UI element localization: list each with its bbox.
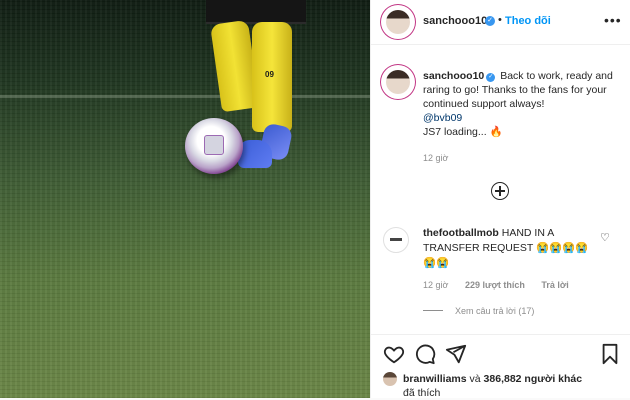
header-separator: •	[498, 14, 502, 26]
comment-username[interactable]: thefootballmob	[423, 227, 499, 239]
more-options-icon[interactable]: •••	[604, 12, 622, 28]
post-side-panel: sanchooo10 ✓ • Theo dõi ••• sanchooo10 ✓ …	[370, 0, 630, 399]
comment-text: thefootballmob HAND IN A TRANSFER REQUES…	[423, 226, 598, 271]
caption-username[interactable]: sanchooo10	[423, 70, 484, 82]
liked-by-suffix: đã thích	[403, 387, 441, 399]
caption-avatar[interactable]	[383, 67, 413, 97]
comment-timestamp: 12 giờ	[423, 280, 449, 290]
post-photo[interactable]: 09	[0, 0, 370, 398]
fire-emoji: 🔥	[489, 126, 503, 138]
field-line	[0, 95, 370, 98]
follow-button[interactable]: Theo dõi	[505, 15, 551, 27]
share-icon[interactable]	[445, 343, 467, 365]
caption-timestamp: 12 giờ	[423, 153, 449, 163]
liked-by-avatar[interactable]	[383, 372, 397, 386]
grass-texture	[0, 0, 370, 398]
comment-meta: 12 giờ 229 lượt thích Trả lời	[423, 280, 583, 290]
author-username[interactable]: sanchooo10	[423, 15, 487, 27]
player-shorts	[206, 0, 306, 24]
comment-reply-button[interactable]: Trả lời	[541, 280, 568, 290]
comment-heart-icon[interactable]: ♡	[600, 231, 610, 244]
comment-icon[interactable]	[414, 343, 436, 365]
liked-by-others[interactable]: 386,882 người khác	[484, 373, 583, 385]
caption-line2: JS7 loading...	[423, 126, 487, 138]
player-left-boot	[238, 140, 272, 168]
view-replies-link[interactable]: Xem câu trả lời (17)	[423, 306, 534, 316]
liked-by-text: branwilliams và 386,882 người khác đã th…	[403, 372, 623, 400]
verified-badge-icon: ✓	[486, 73, 496, 82]
caption-mention-link[interactable]: @bvb09	[423, 112, 462, 124]
liked-by-user[interactable]: branwilliams	[403, 373, 467, 385]
ball-logo	[204, 135, 224, 155]
comment-likes[interactable]: 229 lượt thích	[465, 280, 525, 290]
bookmark-icon[interactable]	[599, 343, 621, 365]
heart-icon[interactable]	[383, 343, 405, 365]
author-avatar[interactable]	[383, 7, 413, 37]
liked-by-conj: và	[469, 373, 481, 385]
comments-area: sanchooo10 ✓ Back to work, ready and rari…	[371, 44, 630, 334]
verified-badge-icon: ✓	[485, 16, 495, 26]
caption-text: sanchooo10 ✓ Back to work, ready and rari…	[423, 69, 623, 139]
add-comment-icon[interactable]	[491, 182, 509, 200]
action-bar: branwilliams và 386,882 người khác đã th…	[371, 334, 630, 399]
post-container: 09 sanchooo10 ✓ • Theo dõi ••• sanchooo1…	[0, 0, 630, 399]
sock-number: 09	[265, 70, 274, 79]
comment-avatar[interactable]	[383, 227, 409, 253]
post-header: sanchooo10 ✓ • Theo dõi •••	[371, 0, 630, 45]
